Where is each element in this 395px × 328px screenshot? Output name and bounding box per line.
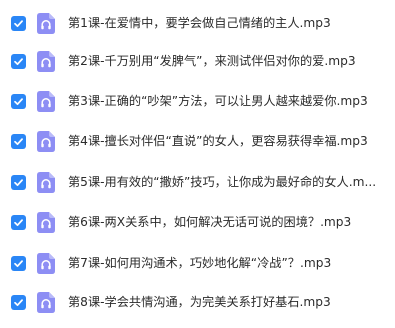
- file-row[interactable]: 第2课-千万别用“发脾气”，来测试伴侣对你的爱.mp3: [0, 42, 395, 80]
- file-name: 第3课-正确的“吵架”方法，可以让男人越来越爱你.mp3: [68, 94, 368, 108]
- check-icon: [14, 57, 23, 65]
- file-name: 第4课-擅长对伴侣“直说”的女人，更容易获得幸福.mp3: [68, 134, 368, 148]
- checkbox-checked[interactable]: [11, 174, 26, 190]
- file-row[interactable]: 第7课-如何用沟通术，巧妙地化解“冷战”？.mp3: [0, 244, 395, 282]
- checkbox-checked[interactable]: [11, 53, 26, 69]
- file-row[interactable]: 第6课-两X关系中，如何解决无话可说的困境？.mp3: [0, 203, 395, 241]
- file-name: 第7课-如何用沟通术，巧妙地化解“冷战”？.mp3: [68, 256, 332, 270]
- audio-file-icon: [37, 211, 55, 233]
- audio-file-icon: [37, 12, 55, 34]
- file-name: 第8课-学会共情沟通，为完美关系打好基石.mp3: [68, 295, 331, 309]
- file-row[interactable]: 第3课-正确的“吵架”方法，可以让男人越来越爱你.mp3: [0, 82, 395, 120]
- check-icon: [14, 218, 23, 226]
- file-row[interactable]: 第5课-用有效的“撒娇”技巧，让你成为最好命的女人.m...: [0, 163, 395, 201]
- checkbox-checked[interactable]: [11, 255, 26, 271]
- file-row[interactable]: 第4课-擅长对伴侣“直说”的女人，更容易获得幸福.mp3: [0, 122, 395, 160]
- file-row[interactable]: 第8课-学会共情沟通，为完美关系打好基石.mp3: [0, 283, 395, 321]
- check-icon: [14, 178, 23, 186]
- file-name: 第5课-用有效的“撒娇”技巧，让你成为最好命的女人.m...: [68, 175, 377, 189]
- audio-file-icon: [37, 90, 55, 112]
- checkbox-checked[interactable]: [11, 15, 26, 31]
- audio-file-icon: [37, 252, 55, 274]
- file-list: 第1课-在爱情中，要学会做自己情绪的主人.mp3 第2课-千万别用“发脾气”，来…: [0, 0, 395, 328]
- check-icon: [14, 259, 23, 267]
- audio-file-icon: [37, 171, 55, 193]
- audio-file-icon: [37, 50, 55, 72]
- checkbox-checked[interactable]: [11, 93, 26, 109]
- file-name: 第2课-千万别用“发脾气”，来测试伴侣对你的爱.mp3: [68, 54, 356, 68]
- audio-file-icon: [37, 291, 55, 313]
- file-name: 第1课-在爱情中，要学会做自己情绪的主人.mp3: [68, 16, 331, 30]
- checkbox-checked[interactable]: [11, 133, 26, 149]
- check-icon: [14, 19, 23, 27]
- checkbox-checked[interactable]: [11, 214, 26, 230]
- check-icon: [14, 137, 23, 145]
- file-row[interactable]: 第1课-在爱情中，要学会做自己情绪的主人.mp3: [0, 4, 395, 42]
- file-name: 第6课-两X关系中，如何解决无话可说的困境？.mp3: [68, 215, 352, 229]
- checkbox-checked[interactable]: [11, 294, 26, 310]
- audio-file-icon: [37, 130, 55, 152]
- check-icon: [14, 298, 23, 306]
- check-icon: [14, 97, 23, 105]
